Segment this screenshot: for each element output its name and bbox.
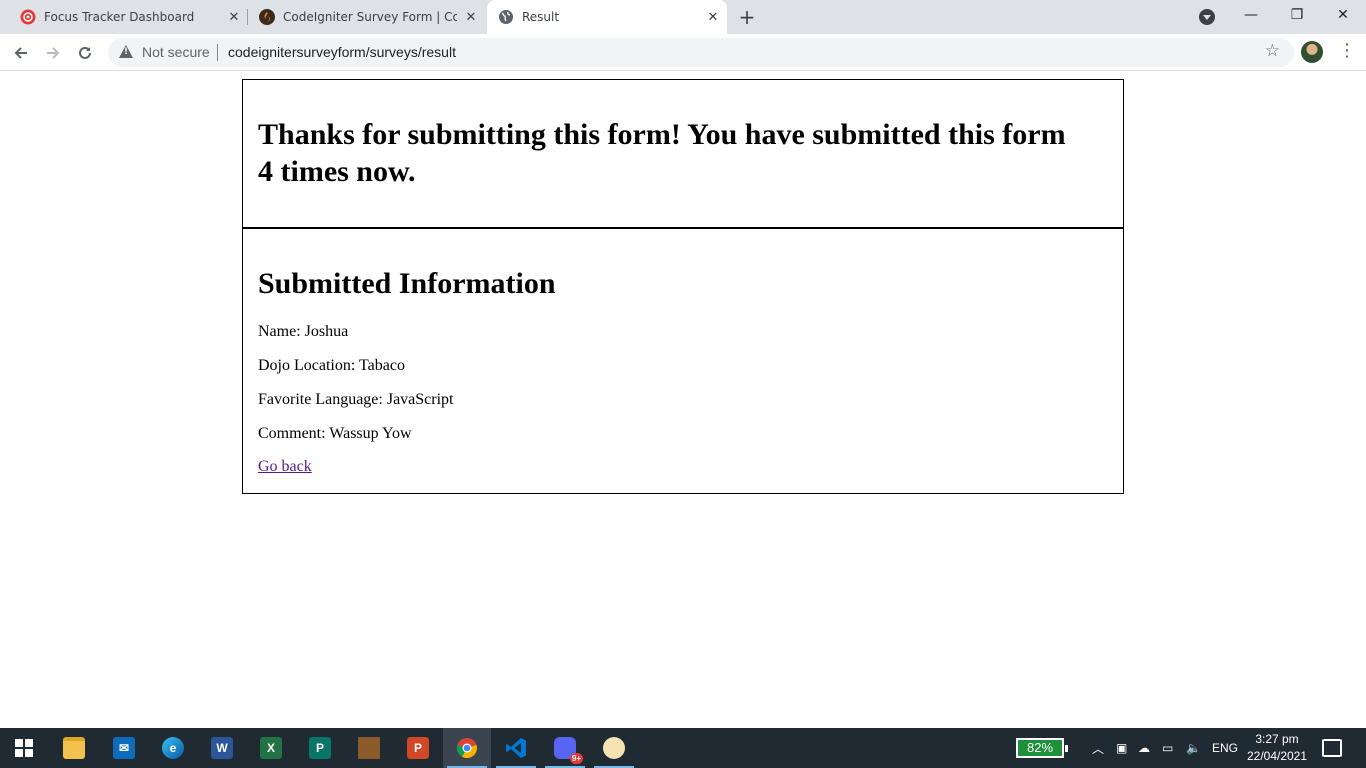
thanks-box: Thanks for submitting this form! You hav… (242, 79, 1124, 228)
chrome-logo-icon (457, 738, 477, 759)
tab-codeigniter-survey[interactable]: CodeIgniter Survey Form | CodeIgniter ✕ (249, 0, 485, 34)
tab-title: Result (522, 10, 560, 24)
browser-toolbar: Not secure codeignitersurveyform/surveys… (0, 34, 1366, 71)
address-bar[interactable]: Not secure codeignitersurveyform/surveys… (108, 38, 1294, 67)
start-button[interactable] (0, 728, 48, 768)
battery-indicator[interactable]: 82% (1016, 738, 1068, 758)
clock-time: 3:27 pm (1255, 732, 1299, 746)
field-comment: Comment: Wassup Yow (258, 425, 412, 442)
menu-icon[interactable]: ⋮ (1338, 40, 1356, 64)
tab-title: CodeIgniter Survey Form | CodeIgniter (283, 10, 457, 24)
reload-button[interactable] (72, 40, 98, 66)
close-tab-icon[interactable]: ✕ (705, 9, 721, 25)
tab-divider (247, 9, 248, 25)
vscode-logo-icon (506, 738, 526, 758)
onedrive-icon[interactable]: ☁ (1138, 728, 1150, 768)
notification-center-icon[interactable] (1322, 739, 1342, 757)
powerpoint-icon[interactable]: P (394, 728, 442, 768)
security-label[interactable]: Not secure (142, 44, 210, 60)
omnibox-divider (217, 44, 218, 61)
go-back-link[interactable]: Go back (258, 458, 312, 476)
minimize-button[interactable]: — (1228, 0, 1274, 30)
forward-button[interactable] (40, 40, 66, 66)
profile-avatar[interactable] (1301, 41, 1323, 63)
submitted-info-box: Submitted Information Name: Joshua Dojo … (242, 227, 1124, 494)
discord-icon[interactable]: 9+ (541, 728, 589, 768)
tab-search-icon[interactable] (1199, 9, 1215, 25)
close-tab-icon[interactable]: ✕ (226, 9, 242, 25)
section-title: Submitted Information (258, 267, 556, 300)
close-window-button[interactable]: ✕ (1320, 0, 1366, 30)
new-tab-button[interactable]: + (737, 7, 757, 27)
language-indicator[interactable]: ENG (1212, 728, 1238, 768)
page-content: Thanks for submitting this form! You hav… (0, 72, 1366, 728)
tab-title: Focus Tracker Dashboard (44, 10, 195, 24)
field-dojo-location: Dojo Location: Tabaco (258, 357, 405, 374)
chrome-icon[interactable] (443, 728, 491, 768)
field-name: Name: Joshua (258, 323, 349, 340)
battery-icon[interactable]: ▭ (1162, 728, 1173, 768)
paint-icon[interactable] (590, 728, 638, 768)
restore-button[interactable]: ❐ (1274, 0, 1320, 30)
meet-now-icon[interactable]: ▣ (1116, 728, 1127, 768)
reload-icon (79, 46, 91, 59)
url-text[interactable]: codeignitersurveyform/surveys/result (228, 44, 456, 60)
warning-icon[interactable] (119, 45, 133, 58)
windows-logo-icon (15, 739, 33, 757)
tab-strip: Focus Tracker Dashboard ✕ CodeIgniter Su… (0, 0, 1366, 34)
bookmark-star-icon[interactable]: ☆ (1265, 41, 1280, 61)
back-arrow-icon (14, 47, 27, 59)
back-button[interactable] (8, 40, 34, 66)
tab-focus-tracker[interactable]: Focus Tracker Dashboard ✕ (10, 0, 248, 34)
show-hidden-icons[interactable]: ︿ (1092, 728, 1104, 768)
close-tab-icon[interactable]: ✕ (463, 9, 479, 25)
word-icon[interactable]: W (198, 728, 246, 768)
field-favorite-language: Favorite Language: JavaScript (258, 391, 454, 408)
globe-icon (498, 9, 514, 25)
windows-taskbar: ✉ e W X P P 9+ 82% ︿ ▣ ☁ ▭ 🔈 ENG 3:27 pm… (0, 728, 1366, 768)
focus-tracker-icon (20, 9, 36, 25)
bible-app-icon[interactable] (345, 728, 393, 768)
publisher-icon[interactable]: P (296, 728, 344, 768)
file-explorer-icon[interactable] (50, 728, 98, 768)
clock-date: 22/04/2021 (1246, 749, 1308, 763)
clock[interactable]: 3:27 pm 22/04/2021 (1244, 731, 1310, 765)
codeigniter-icon (259, 9, 275, 25)
thanks-heading: Thanks for submitting this form! You hav… (258, 118, 1066, 188)
excel-icon[interactable]: X (247, 728, 295, 768)
volume-icon[interactable]: 🔈 (1186, 728, 1201, 768)
forward-arrow-icon (47, 47, 60, 59)
discord-badge: 9+ (569, 753, 583, 764)
tab-result[interactable]: Result ✕ (487, 0, 727, 34)
mail-icon[interactable]: ✉ (100, 728, 148, 768)
vscode-icon[interactable] (492, 728, 540, 768)
edge-icon[interactable]: e (149, 728, 197, 768)
